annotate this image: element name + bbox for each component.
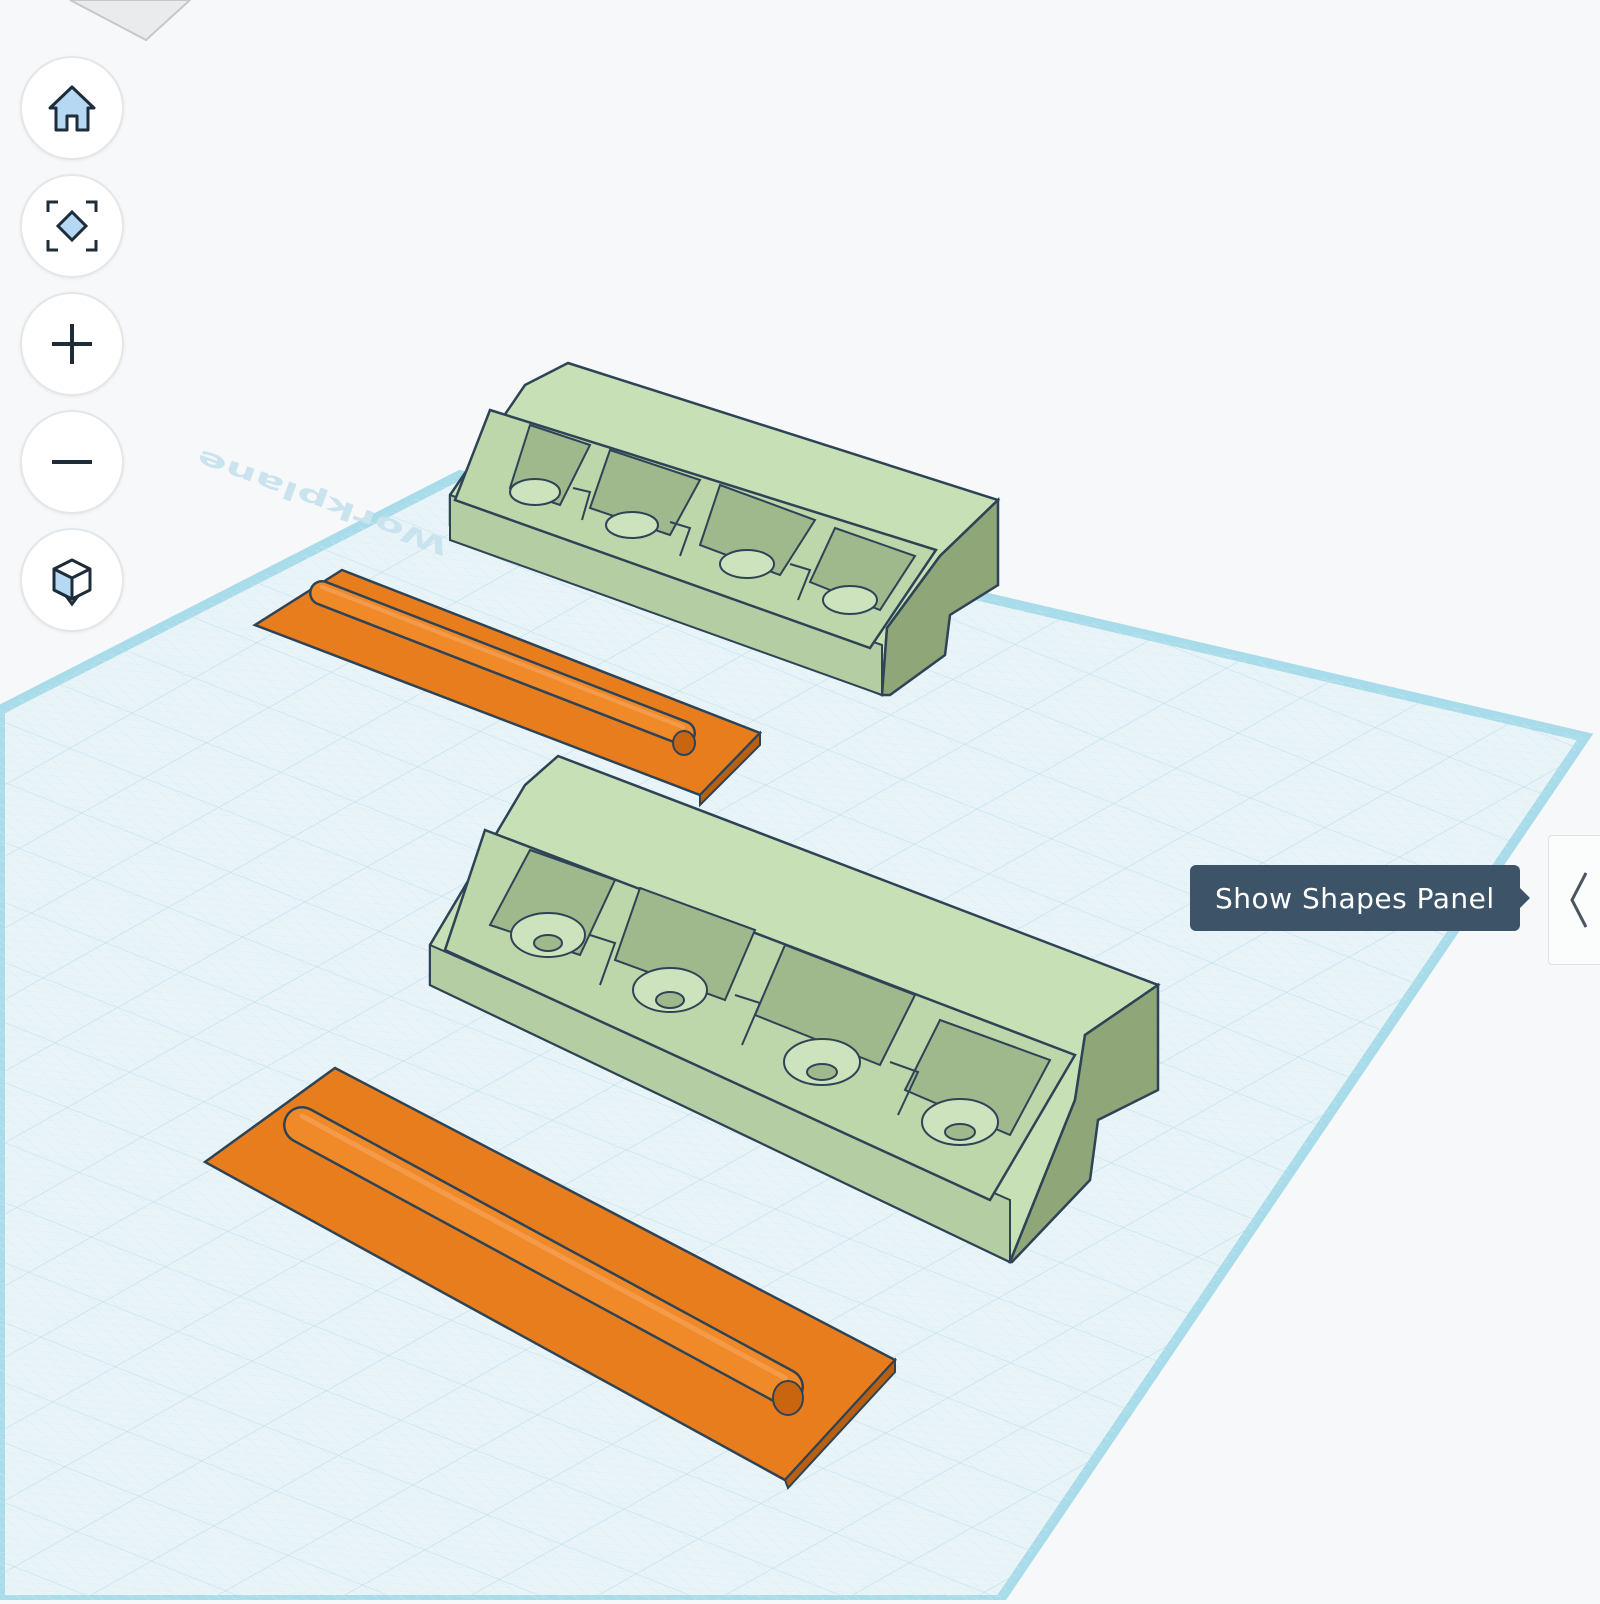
minus-icon bbox=[52, 460, 92, 464]
view-cube[interactable] bbox=[69, 0, 192, 42]
home-view-button[interactable] bbox=[20, 56, 124, 160]
projection-toggle-button[interactable] bbox=[20, 528, 124, 632]
fit-view-button[interactable] bbox=[20, 174, 124, 278]
home-icon bbox=[48, 85, 96, 132]
cube-view-icon bbox=[52, 558, 92, 607]
plus-icon bbox=[52, 324, 92, 364]
3d-viewport[interactable]: Workplane bbox=[0, 0, 1600, 1604]
fit-selection-icon bbox=[46, 200, 98, 252]
workplane-scene[interactable]: Workplane bbox=[0, 0, 1600, 1604]
zoom-in-button[interactable] bbox=[20, 292, 124, 396]
chevron-left-icon bbox=[1569, 872, 1587, 928]
show-shapes-panel-tooltip: Show Shapes Panel bbox=[1190, 865, 1530, 931]
tooltip-text: Show Shapes Panel bbox=[1215, 881, 1495, 915]
zoom-out-button[interactable] bbox=[20, 410, 124, 514]
show-shapes-panel-button[interactable] bbox=[1548, 835, 1600, 965]
